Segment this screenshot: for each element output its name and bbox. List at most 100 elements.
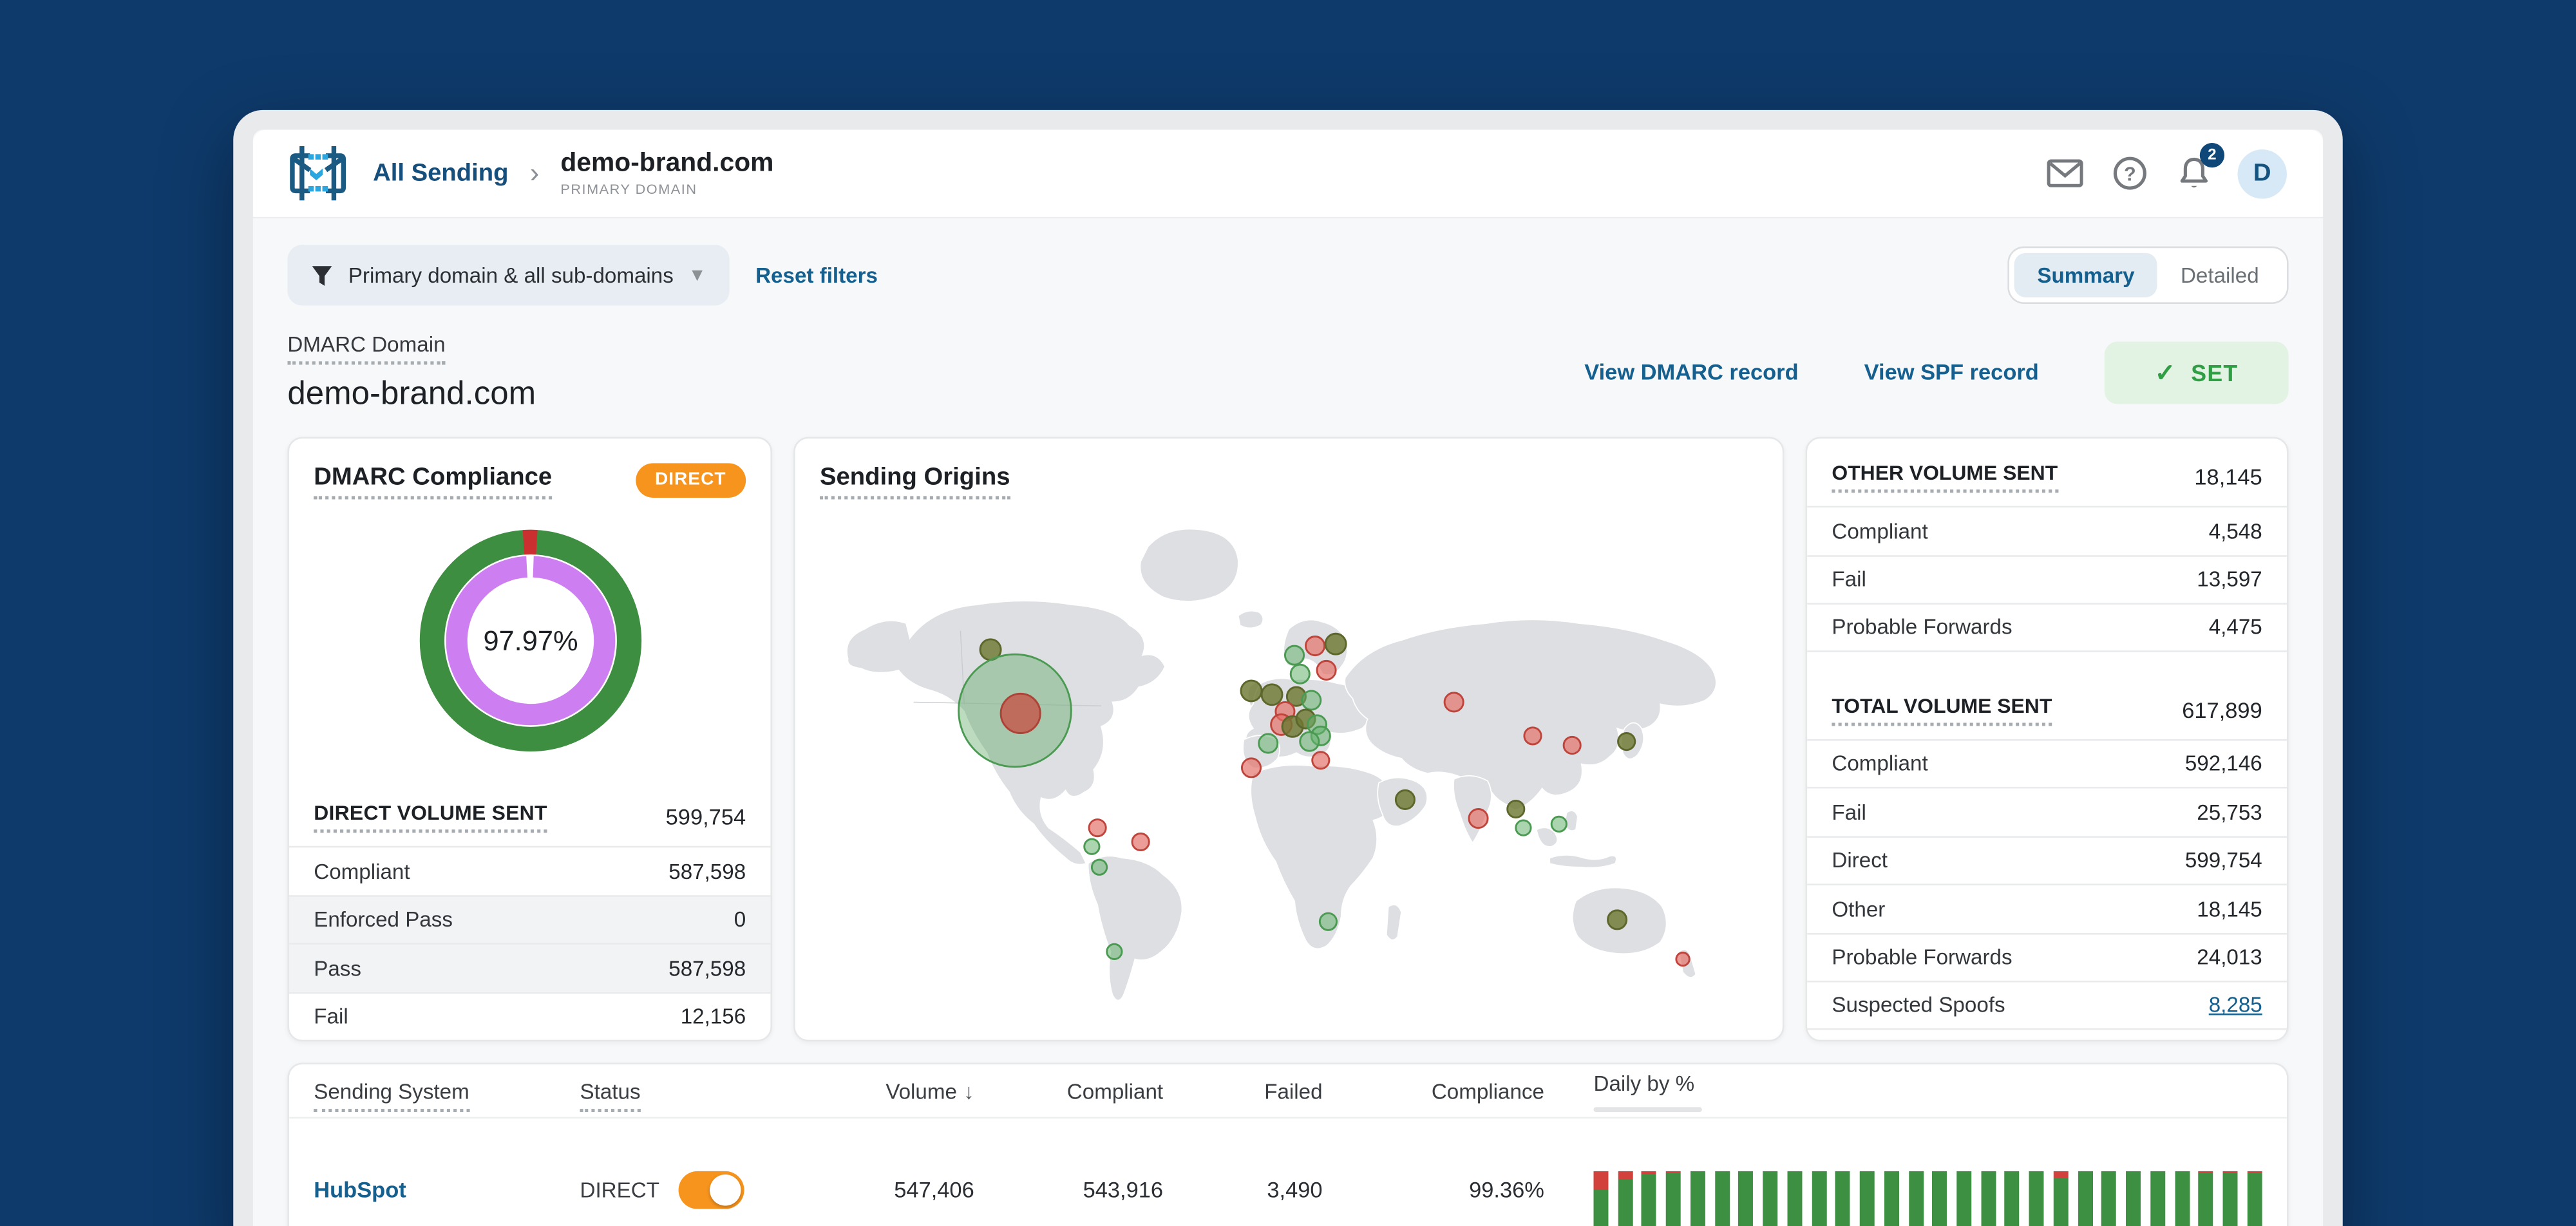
column-status: Status [580, 1078, 827, 1111]
reset-filters-link[interactable]: Reset filters [755, 263, 878, 287]
column-daily-by-percent[interactable]: Daily by % [1544, 1070, 1702, 1111]
compliance-card-header: DMARC Compliance DIRECT [289, 439, 770, 500]
daily-bar [2078, 1171, 2093, 1226]
origin-dot-green[interactable] [1550, 815, 1567, 833]
daily-bar [1690, 1171, 1705, 1226]
daily-bar [1666, 1171, 1681, 1226]
daily-bar [2053, 1171, 2069, 1226]
daily-bar [1859, 1171, 1875, 1226]
origin-dot-bigRed[interactable] [999, 692, 1041, 734]
origins-card-title: Sending Origins [819, 463, 1010, 500]
volume-section: OTHER VOLUME SENT 18,145 Compliant 4,548 Fai… [1807, 439, 2287, 652]
volume-sections: OTHER VOLUME SENT 18,145 Compliant 4,548 Fai… [1807, 439, 2287, 1030]
dmarc-compliance-card: DMARC Compliance DIRECT 97.97% DIRECT VO… [287, 437, 772, 1042]
origin-dot-green[interactable] [1515, 819, 1532, 836]
valimail-logo-icon [290, 146, 346, 201]
daily-bar [1787, 1171, 1803, 1226]
daily-bar [1980, 1171, 1996, 1226]
column-failed[interactable]: Failed [1163, 1079, 1322, 1103]
daily-bars-chart [1593, 1171, 2262, 1226]
volume-row: Fail 25,753 [1807, 786, 2287, 835]
origin-dot-green[interactable] [1318, 912, 1338, 931]
origin-dot-red[interactable] [1305, 636, 1326, 657]
notification-count-badge: 2 [2199, 142, 2225, 167]
dmarc-domain-block: DMARC Domain demo-brand.com [287, 330, 536, 414]
funnel-icon [312, 265, 332, 285]
view-dmarc-record-link[interactable]: View DMARC record [1584, 360, 1798, 384]
origin-dot-green[interactable] [1083, 838, 1101, 855]
avatar[interactable]: D [2237, 148, 2287, 198]
breadcrumb-domain-type: PRIMARY DOMAIN [560, 181, 697, 198]
daily-bar [1811, 1171, 1826, 1226]
tab-summary[interactable]: Summary [2014, 252, 2158, 297]
domain-actions: View DMARC record View SPF record ✓ SET [1584, 341, 2289, 404]
compliance-row: Pass 587,598 [289, 943, 771, 992]
sending-system-link[interactable]: HubSpot [314, 1178, 580, 1202]
origin-dot-olive[interactable] [1240, 679, 1263, 703]
origin-dot-green[interactable] [1299, 731, 1320, 752]
origin-dot-olive[interactable] [1324, 632, 1347, 655]
compliance-row: Enforced Pass 0 [289, 894, 771, 943]
view-toggle: Summary Detailed [2007, 246, 2289, 304]
column-compliance[interactable]: Compliance [1323, 1079, 1544, 1103]
origin-dot-green[interactable] [1301, 690, 1322, 711]
daily-bar [1908, 1171, 1924, 1226]
map-landmasses [846, 528, 1717, 1001]
daily-bar [1835, 1171, 1851, 1226]
volume-row: Compliant 592,146 [1807, 738, 2287, 787]
origin-dot-red[interactable] [1675, 951, 1690, 967]
svg-text:?: ? [2123, 164, 2136, 185]
tab-detailed[interactable]: Detailed [2157, 253, 2282, 297]
origin-dot-olive[interactable] [1394, 789, 1416, 810]
origin-dot-green[interactable] [1283, 645, 1305, 666]
origin-dot-olive[interactable] [1260, 683, 1283, 706]
origin-dot-olive[interactable] [1506, 799, 1526, 819]
volume-cell: 547,406 [894, 1178, 974, 1203]
status-toggle[interactable] [679, 1171, 745, 1209]
bell-icon[interactable]: 2 [2174, 142, 2225, 193]
origin-dot-olive[interactable] [1607, 909, 1628, 930]
column-compliant[interactable]: Compliant [974, 1079, 1163, 1103]
direct-volume-header: DIRECT VOLUME SENT 599,754 [289, 782, 770, 845]
daily-column-underline [1593, 1106, 1702, 1111]
origin-dot-red[interactable] [1316, 659, 1337, 681]
toggle-knob [709, 1174, 741, 1206]
mail-icon[interactable] [2045, 154, 2085, 193]
daily-bar [2222, 1171, 2238, 1226]
compliance-card-title: DMARC Compliance [314, 463, 553, 500]
world-map [820, 509, 1758, 1015]
compliance-cell: 99.36% [1469, 1178, 1544, 1203]
set-badge-label: SET [2191, 359, 2239, 386]
screenshot-stage: All Sending › demo-brand.com PRIMARY DOM… [0, 0, 2576, 1226]
origin-dot-red[interactable] [1523, 726, 1542, 746]
origin-dot-green[interactable] [1090, 858, 1108, 876]
origin-dot-red[interactable] [1443, 692, 1464, 713]
origin-dot-green[interactable] [1258, 733, 1279, 754]
column-volume-sort[interactable]: Volume ↓ [826, 1079, 974, 1103]
origin-dot-red[interactable] [1088, 818, 1107, 838]
view-spf-record-link[interactable]: View SPF record [1864, 360, 2039, 384]
origin-dot-red[interactable] [1131, 832, 1150, 852]
help-icon[interactable]: ? [2110, 154, 2149, 193]
daily-bar [1763, 1171, 1778, 1226]
daily-bar [2247, 1171, 2262, 1226]
status-label: DIRECT [580, 1178, 659, 1203]
breadcrumb-all-sending[interactable]: All Sending [373, 159, 508, 187]
sending-systems-table: Sending System Status Volume ↓ Compliant … [287, 1062, 2289, 1226]
volume-row[interactable]: Suspected Spoofs 8,285 [1807, 980, 2287, 1030]
sort-desc-icon: ↓ [963, 1078, 974, 1104]
volume-summary-card: OTHER VOLUME SENT 18,145 Compliant 4,548 Fai… [1805, 437, 2289, 1042]
domain-filter-dropdown[interactable]: Primary domain & all sub-domains ▼ [287, 245, 730, 306]
breadcrumb-domain: demo-brand.com [560, 149, 774, 177]
origin-dot-red[interactable] [1562, 735, 1582, 755]
origin-dot-red[interactable] [1311, 751, 1331, 770]
origin-dot-red[interactable] [1468, 808, 1489, 829]
origin-dot-red[interactable] [1240, 757, 1262, 778]
cards-row: DMARC Compliance DIRECT 97.97% DIRECT VO… [287, 437, 2289, 1042]
filter-row: Primary domain & all sub-domains ▼ Reset… [287, 245, 2289, 306]
origin-dot-green[interactable] [1106, 943, 1123, 961]
origin-dot-green[interactable] [1289, 663, 1311, 684]
origin-dot-olive[interactable] [1617, 732, 1636, 751]
dmarc-set-badge[interactable]: ✓ SET [2104, 341, 2289, 404]
daily-bar [2005, 1171, 2020, 1226]
